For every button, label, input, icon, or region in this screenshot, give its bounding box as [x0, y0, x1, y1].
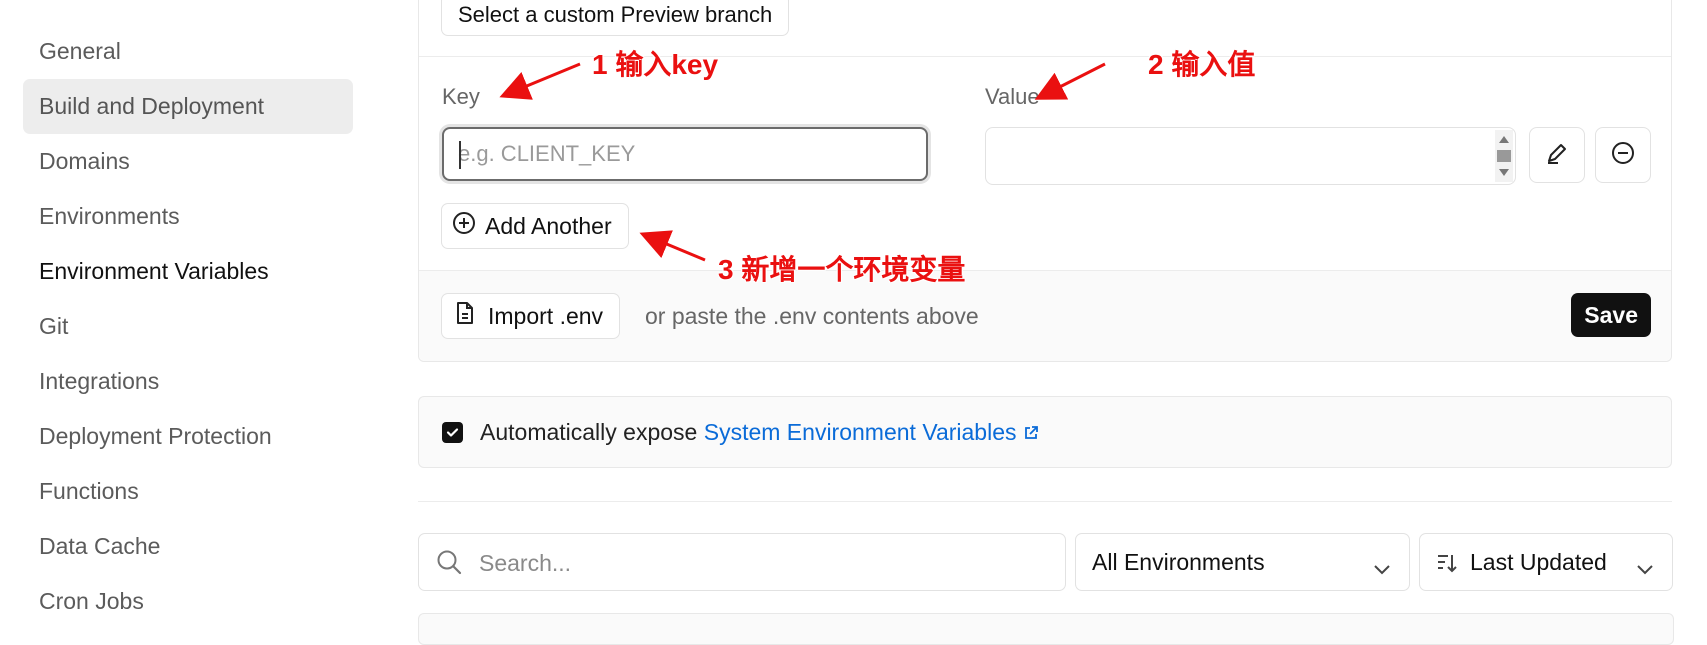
- select-preview-branch-button[interactable]: Select a custom Preview branch: [441, 0, 790, 36]
- add-another-button[interactable]: Add Another: [441, 203, 629, 249]
- check-icon: [446, 428, 459, 437]
- sidebar-item-environments[interactable]: Environments: [23, 189, 353, 244]
- auto-expose-label: Automatically expose: [480, 419, 698, 445]
- sidebar-item-deployment-protection[interactable]: Deployment Protection: [23, 409, 353, 464]
- chevron-down-icon: [1636, 554, 1654, 581]
- sidebar-item-functions[interactable]: Functions: [23, 464, 353, 519]
- scroll-thumb[interactable]: [1497, 150, 1511, 162]
- auto-expose-text: Automatically expose System Environment …: [480, 419, 1039, 446]
- external-link-icon[interactable]: [1023, 419, 1039, 445]
- sidebar-item-cron-jobs[interactable]: Cron Jobs: [23, 574, 353, 629]
- environment-select[interactable]: All Environments: [1075, 533, 1410, 591]
- file-icon: [454, 301, 476, 331]
- sidebar-item-integrations[interactable]: Integrations: [23, 354, 353, 409]
- import-env-button[interactable]: Import .env: [441, 293, 621, 339]
- chevron-down-icon: [1373, 554, 1391, 581]
- key-label: Key: [442, 84, 480, 109]
- minus-circle-icon: [1610, 140, 1636, 171]
- sidebar-item-data-cache[interactable]: Data Cache: [23, 519, 353, 574]
- value-scrollbar[interactable]: [1495, 130, 1513, 182]
- environment-select-value: All Environments: [1092, 549, 1265, 575]
- import-band: Import .env or paste the .env contents a…: [419, 270, 1671, 361]
- value-label: Value: [985, 84, 1040, 109]
- search-input[interactable]: [477, 534, 1041, 592]
- system-env-vars-link[interactable]: System Environment Variables: [704, 419, 1017, 445]
- env-vars-list-card: [418, 613, 1674, 645]
- divider: [418, 501, 1672, 502]
- sidebar-item-general[interactable]: General: [23, 24, 353, 79]
- search-box: [418, 533, 1066, 592]
- remove-button[interactable]: [1595, 127, 1651, 183]
- add-another-label: Add Another: [485, 212, 612, 239]
- key-input[interactable]: [444, 129, 926, 179]
- sidebar-item-git[interactable]: Git: [23, 299, 353, 354]
- sidebar-item-domains[interactable]: Domains: [23, 134, 353, 189]
- sort-select-value: Last Updated: [1470, 549, 1607, 575]
- text-caret: [459, 141, 461, 169]
- scroll-down-arrow-icon[interactable]: [1499, 169, 1509, 176]
- pencil-icon: [1544, 140, 1570, 171]
- annotation-3: 3 新增一个环境变量: [718, 254, 966, 285]
- scroll-up-arrow-icon[interactable]: [1499, 136, 1509, 143]
- sort-icon: [1436, 552, 1458, 580]
- save-button[interactable]: Save: [1571, 293, 1651, 337]
- sort-select[interactable]: Last Updated: [1419, 533, 1673, 591]
- plus-circle-icon: [452, 211, 476, 241]
- paste-hint: or paste the .env contents above: [645, 303, 979, 329]
- value-textarea[interactable]: [985, 127, 1516, 185]
- search-icon: [435, 548, 463, 581]
- import-env-label: Import .env: [488, 302, 604, 329]
- auto-expose-card: Automatically expose System Environment …: [418, 396, 1672, 468]
- sidebar-item-build-and-deployment[interactable]: Build and Deployment: [23, 79, 353, 134]
- annotation-2: 2 输入值: [1148, 49, 1256, 80]
- key-input-wrapper: [442, 127, 928, 181]
- sidebar-item-environment-variables[interactable]: Environment Variables: [23, 244, 353, 299]
- annotation-1: 1 输入key: [592, 49, 719, 80]
- edit-button[interactable]: [1529, 127, 1585, 183]
- auto-expose-checkbox[interactable]: [442, 422, 463, 443]
- settings-sidebar: General Build and Deployment Domains Env…: [23, 24, 353, 629]
